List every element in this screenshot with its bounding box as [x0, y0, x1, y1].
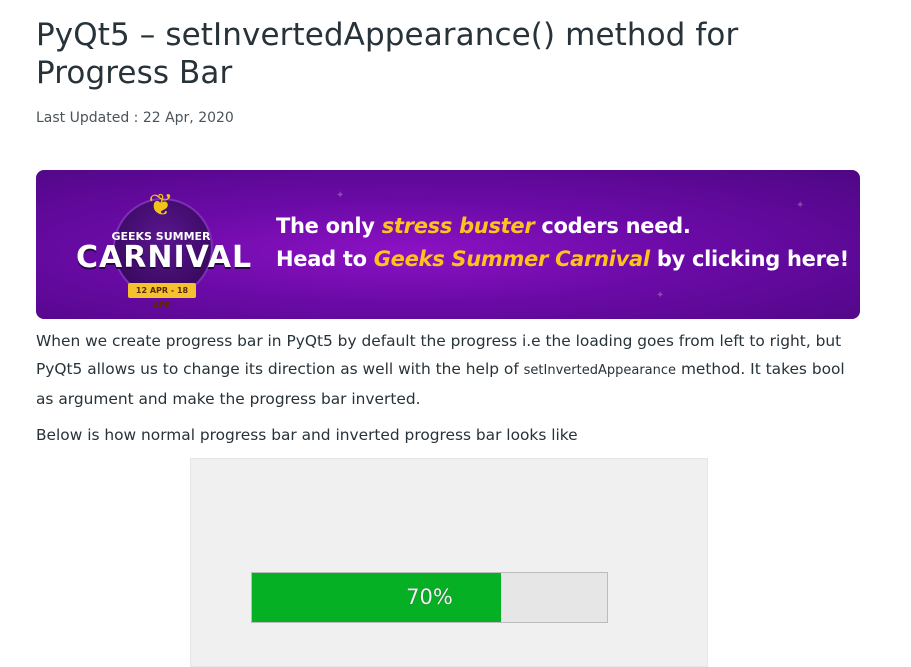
last-updated: Last Updated : 22 Apr, 2020	[36, 110, 234, 126]
carnival-badge: ❦ GEEKS SUMMER CARNIVAL 12 APR - 18 APR	[76, 188, 253, 311]
example-screenshot: 70%	[190, 458, 708, 667]
badge-dates: 12 APR - 18 APR	[128, 283, 196, 310]
badge-title: CARNIVAL	[76, 240, 253, 275]
intro-paragraph: When we create progress bar in PyQt5 by …	[36, 332, 845, 408]
article-title: PyQt5 – setInvertedAppearance() method f…	[36, 17, 739, 91]
banner-highlight-1: stress buster	[381, 214, 535, 238]
sparkle-decoration: ✦	[656, 290, 665, 301]
promo-banner[interactable]: ✦ ✦ ✦ ❦ GEEKS SUMMER CARNIVAL 12 APR - 1…	[36, 170, 860, 319]
banner-line-2: Head to Geeks Summer Carnival by clickin…	[276, 247, 849, 271]
progress-bar: 70%	[251, 572, 608, 623]
banner-highlight-2: Geeks Summer Carnival	[373, 247, 650, 271]
sparkle-decoration: ✦	[336, 190, 345, 201]
carnival-mask-icon: ❦	[148, 188, 174, 223]
example-intro-paragraph: Below is how normal progress bar and inv…	[36, 426, 578, 444]
progress-bar-label: 70%	[406, 585, 453, 609]
sparkle-decoration: ✦	[796, 200, 805, 211]
banner-line-1: The only stress buster coders need.	[276, 214, 691, 238]
inline-code: setInvertedAppearance	[523, 363, 677, 378]
